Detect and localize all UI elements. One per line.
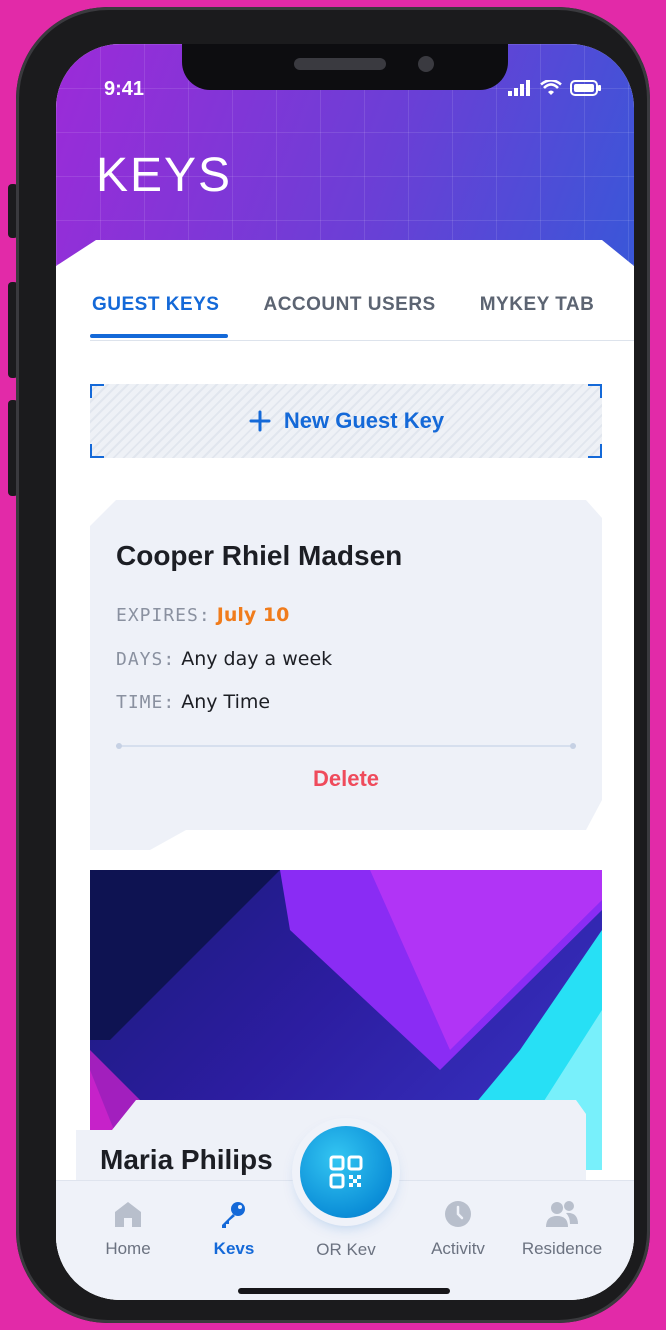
wifi-icon xyxy=(540,80,562,95)
corner-mark xyxy=(588,444,602,458)
page-title: KEYS xyxy=(96,149,233,202)
clock-icon xyxy=(445,1201,471,1227)
corner-mark xyxy=(90,384,104,398)
expires-value: July 10 xyxy=(216,604,290,626)
corner-mark xyxy=(588,384,602,398)
tab-bar: GUEST KEYS ACCOUNT USERS MYKEY TAB xyxy=(92,294,594,316)
time-value: Any Time xyxy=(181,691,271,713)
days-label: DAYS: xyxy=(116,649,176,670)
tab-guest-keys[interactable]: GUEST KEYS xyxy=(92,294,219,316)
new-guest-key-button[interactable]: New Guest Key xyxy=(90,384,602,458)
nav-home-label: Home xyxy=(105,1239,151,1258)
notch xyxy=(182,44,508,90)
qr-code-icon xyxy=(329,1155,363,1189)
expires-label: EXPIRES: xyxy=(116,605,211,626)
time-row: TIME: Any Time xyxy=(116,691,270,713)
key-icon xyxy=(222,1202,245,1228)
expires-row: EXPIRES: July 10 xyxy=(116,604,289,626)
active-tab-indicator xyxy=(90,334,228,338)
status-time: 9:41 xyxy=(104,78,145,100)
days-value: Any day a week xyxy=(181,648,333,670)
tab-divider xyxy=(90,340,634,341)
corner-mark xyxy=(90,444,104,458)
nav-activity-label: Activitv xyxy=(431,1239,485,1258)
plus-icon xyxy=(249,410,271,432)
signal-icon xyxy=(508,80,530,96)
qr-key-button[interactable] xyxy=(300,1126,392,1218)
guest-name: Cooper Rhiel Madsen xyxy=(116,540,403,571)
guest-key-card: Cooper Rhiel Madsen EXPIRES: July 10 DAY… xyxy=(90,500,602,850)
nav-residence-label: Residence xyxy=(521,1239,603,1258)
home-icon xyxy=(115,1202,141,1227)
home-indicator xyxy=(238,1288,450,1294)
battery-icon xyxy=(570,80,601,96)
nav-keys-label: Kevs xyxy=(213,1239,255,1258)
new-guest-key-label: New Guest Key xyxy=(283,408,445,433)
status-icons xyxy=(508,80,602,96)
nav-keys[interactable]: Kevs xyxy=(184,1199,284,1259)
card-divider xyxy=(116,743,576,749)
nav-home[interactable]: Home xyxy=(78,1199,178,1259)
nav-activity[interactable]: Activitv xyxy=(408,1199,508,1259)
tab-account-users[interactable]: ACCOUNT USERS xyxy=(263,294,435,316)
nav-qr-key-label: OR Kev xyxy=(316,1240,376,1259)
delete-button[interactable]: Delete xyxy=(90,766,602,792)
users-icon xyxy=(546,1201,578,1227)
speaker-grille xyxy=(294,58,386,70)
guest-name: Maria Philips xyxy=(100,1144,273,1175)
time-label: TIME: xyxy=(116,692,176,713)
days-row: DAYS: Any day a week xyxy=(116,648,332,670)
nav-residence[interactable]: Residence xyxy=(512,1199,612,1259)
phone-screen: 9:41 KEYS GUEST KEYS ACCOUNT USERS MYKEY… xyxy=(56,44,634,1300)
front-camera xyxy=(418,56,434,72)
tab-mykey-tab[interactable]: MYKEY TAB xyxy=(480,294,595,316)
